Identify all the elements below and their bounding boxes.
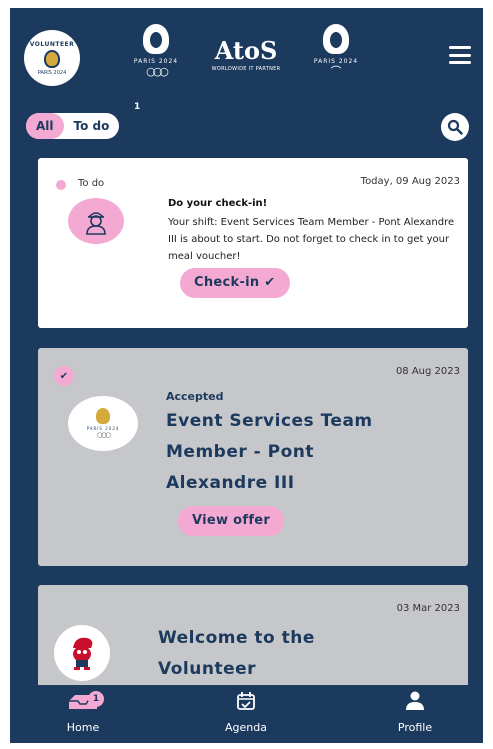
nav-home[interactable]: 1 Home [38, 691, 128, 734]
filter-toggle: All To do [26, 113, 120, 139]
calendar-check-icon [237, 692, 255, 710]
app-header: VOLUNTEER PARIS 2024 PARIS 2024 ○○○ AtoS… [10, 8, 483, 108]
accepted-offer-card[interactable]: ✔ 08 Aug 2023 PARIS 2024 ○○○ Accepted Ev… [38, 348, 468, 566]
filter-all-tab[interactable]: All [26, 113, 64, 139]
volunteer-person-icon [86, 212, 106, 235]
nav-agenda-label: Agenda [225, 721, 267, 734]
olympic-flame-icon [143, 24, 169, 54]
card-status: To do [78, 178, 105, 189]
nav-profile-label: Profile [397, 721, 433, 734]
checkin-notification-card[interactable]: To do Today, 09 Aug 2023 Do your check-i… [38, 158, 468, 328]
card-date: Today, 09 Aug 2023 [360, 176, 460, 187]
bottom-navigation: 1 Home Agenda Profile [10, 685, 483, 743]
paralympic-logo-text: PARIS 2024 [313, 58, 359, 65]
todo-count-badge: 1 [134, 102, 141, 112]
olympic-rings-icon: ○○○ [146, 65, 169, 78]
paris-2024-paralympic-logo: PARIS 2024 ⌒ [306, 24, 366, 78]
flame-icon [96, 408, 110, 424]
atos-sub: WORLDWIDE IT PARTNER [211, 66, 281, 72]
welcome-title: Welcome to the Volunteer [158, 628, 315, 679]
card-body: Your shift: Event Services Team Member -… [168, 217, 455, 262]
menu-bar [449, 53, 471, 57]
card-date: 03 Mar 2023 [396, 603, 460, 614]
hamburger-menu-icon[interactable] [449, 46, 471, 64]
volunteer-logo-text: VOLUNTEER [29, 40, 75, 48]
offer-title: Event Services Team Member - Pont Alexan… [166, 411, 373, 493]
search-icon [447, 119, 463, 135]
offer-status: Accepted [166, 390, 224, 403]
nav-agenda[interactable]: Agenda [201, 691, 291, 734]
filter-todo-tab[interactable]: To do [64, 113, 120, 139]
menu-bar [449, 61, 471, 64]
paralympic-flame-icon [323, 24, 349, 54]
mascot-avatar [54, 625, 110, 681]
view-offer-button[interactable]: View offer [178, 506, 285, 536]
checkin-button[interactable]: Check-in ✔ [180, 268, 290, 298]
paris-2024-logo: PARIS 2024 ○○○ [68, 396, 138, 451]
atos-logo: AtoS WORLDWIDE IT PARTNER [196, 36, 296, 73]
volunteer-logo-sub: PARIS 2024 [37, 69, 67, 76]
olympic-rings-icon: ○○○ [96, 431, 111, 439]
check-icon: ✔ [54, 366, 74, 386]
olympic-logo-text: PARIS 2024 [133, 58, 179, 65]
nav-profile[interactable]: Profile [370, 691, 460, 734]
app-screen: VOLUNTEER PARIS 2024 PARIS 2024 ○○○ AtoS… [10, 8, 483, 743]
nav-home-label: Home [66, 721, 100, 734]
home-notification-badge: 1 [88, 691, 104, 707]
atos-brand: AtoS [214, 36, 278, 65]
flame-icon [44, 49, 60, 68]
agitos-icon: ⌒ [330, 65, 342, 78]
card-date: 08 Aug 2023 [395, 366, 460, 377]
search-button[interactable] [441, 113, 469, 141]
phryge-mascot-icon [73, 637, 93, 670]
card-title: Do your check-in! [168, 198, 268, 209]
todo-status-dot [56, 180, 66, 190]
user-icon [406, 691, 424, 710]
paris-2024-olympic-logo: PARIS 2024 ○○○ [126, 24, 186, 78]
volunteer-logo[interactable]: VOLUNTEER PARIS 2024 [24, 30, 80, 86]
menu-bar [449, 46, 471, 49]
volunteer-avatar [68, 198, 124, 244]
